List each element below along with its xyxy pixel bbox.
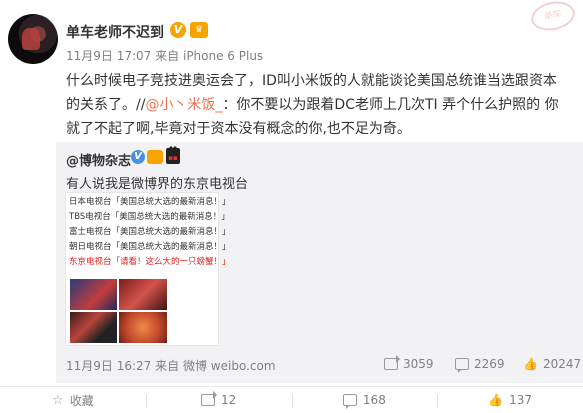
repost-source-prefix: 来自	[155, 359, 180, 373]
news-line-highlight: 东京电视台「请看！这么大的一只螃蟹！」	[69, 257, 231, 267]
author-name[interactable]: 单车老师不迟到	[66, 22, 164, 42]
news-line: TBS电视台「美国总统大选的最新消息！」	[69, 212, 230, 222]
post-content: 什么时候电子竞技进奥运会了，ID叫小米饭的人就能谈论美国总统谁当选跟资本的关系了…	[66, 69, 566, 141]
favorite-button[interactable]: ☆ 收藏	[0, 387, 146, 413]
repost-verified-icon[interactable]: V	[131, 150, 145, 164]
repost-time[interactable]: 11月9日 16:27	[66, 359, 151, 373]
repost-card: @博物杂志 V ▪▪ 有人说我是微博界的东京电视台 日本电视台「美国总统大选的最…	[56, 142, 583, 383]
like-icon: 👍	[523, 357, 538, 371]
thumbnail	[168, 279, 216, 310]
news-line: 富士电视台「美国总统大选的最新消息！」	[69, 227, 231, 237]
repost-image[interactable]: 日本电视台「美国总统大选的最新消息！」 TBS电视台「美国总统大选的最新消息！」…	[65, 192, 231, 346]
share-icon	[384, 355, 400, 370]
repost-like-count: 20247	[542, 357, 582, 371]
thumbnail	[119, 279, 167, 310]
post-date[interactable]: 11月9日 17:07	[66, 49, 151, 63]
crab-thumbnail	[119, 312, 167, 343]
action-bar: ☆ 收藏 12 168 👍 137	[0, 386, 583, 413]
verified-icon[interactable]: V	[170, 22, 186, 38]
news-line: 朝日电视台「美国总统大选的最新消息！」	[69, 242, 231, 252]
favorite-icon: ☆	[52, 392, 64, 408]
member-hat-icon[interactable]: ♛	[190, 22, 208, 38]
repost-source[interactable]: 微博 weibo.com	[183, 359, 276, 373]
news-line: 日本电视台「美国总统大选的最新消息！」	[69, 197, 231, 207]
thumbnail-grid	[70, 279, 216, 343]
like-icon: 👍	[488, 393, 504, 407]
repost-share-button[interactable]: 3059	[384, 355, 434, 371]
repost-like-button[interactable]: 👍 20247	[523, 357, 581, 371]
share-count: 12	[220, 393, 237, 407]
comment-icon	[342, 394, 357, 409]
repost-text: 有人说我是微博界的东京电视台	[66, 177, 249, 192]
repost-author[interactable]: @博物杂志	[66, 150, 131, 169]
comment-count: 168	[362, 393, 386, 407]
thumbnail	[70, 312, 118, 343]
like-count: 137	[509, 393, 533, 407]
comment-button[interactable]: 168	[291, 387, 438, 413]
repost-cat-badge-icon[interactable]: ▪▪	[166, 146, 180, 164]
like-button[interactable]: 👍 137	[437, 387, 583, 413]
repost-member-hat-icon[interactable]	[147, 150, 163, 164]
repost-meta: 11月9日 16:27 来自 微博 weibo.com	[66, 357, 276, 374]
share-icon	[200, 391, 217, 406]
repost-comment-button[interactable]: 2269	[455, 357, 505, 373]
repost-share-count: 3059	[403, 357, 434, 371]
post-source[interactable]: iPhone 6 Plus	[183, 49, 263, 63]
watermark-stamp: 单车	[528, 0, 578, 35]
post-meta: 11月9日 17:07 来自 iPhone 6 Plus	[66, 47, 263, 64]
share-button[interactable]: 12	[145, 387, 292, 413]
source-prefix: 来自	[155, 49, 180, 63]
thumbnail	[70, 279, 118, 310]
avatar[interactable]	[8, 14, 58, 64]
comment-icon	[455, 358, 469, 373]
thumbnail	[168, 312, 216, 343]
favorite-label: 收藏	[69, 393, 94, 408]
mention-link[interactable]: @小丶米饭_	[145, 97, 222, 113]
repost-comment-count: 2269	[474, 357, 505, 371]
